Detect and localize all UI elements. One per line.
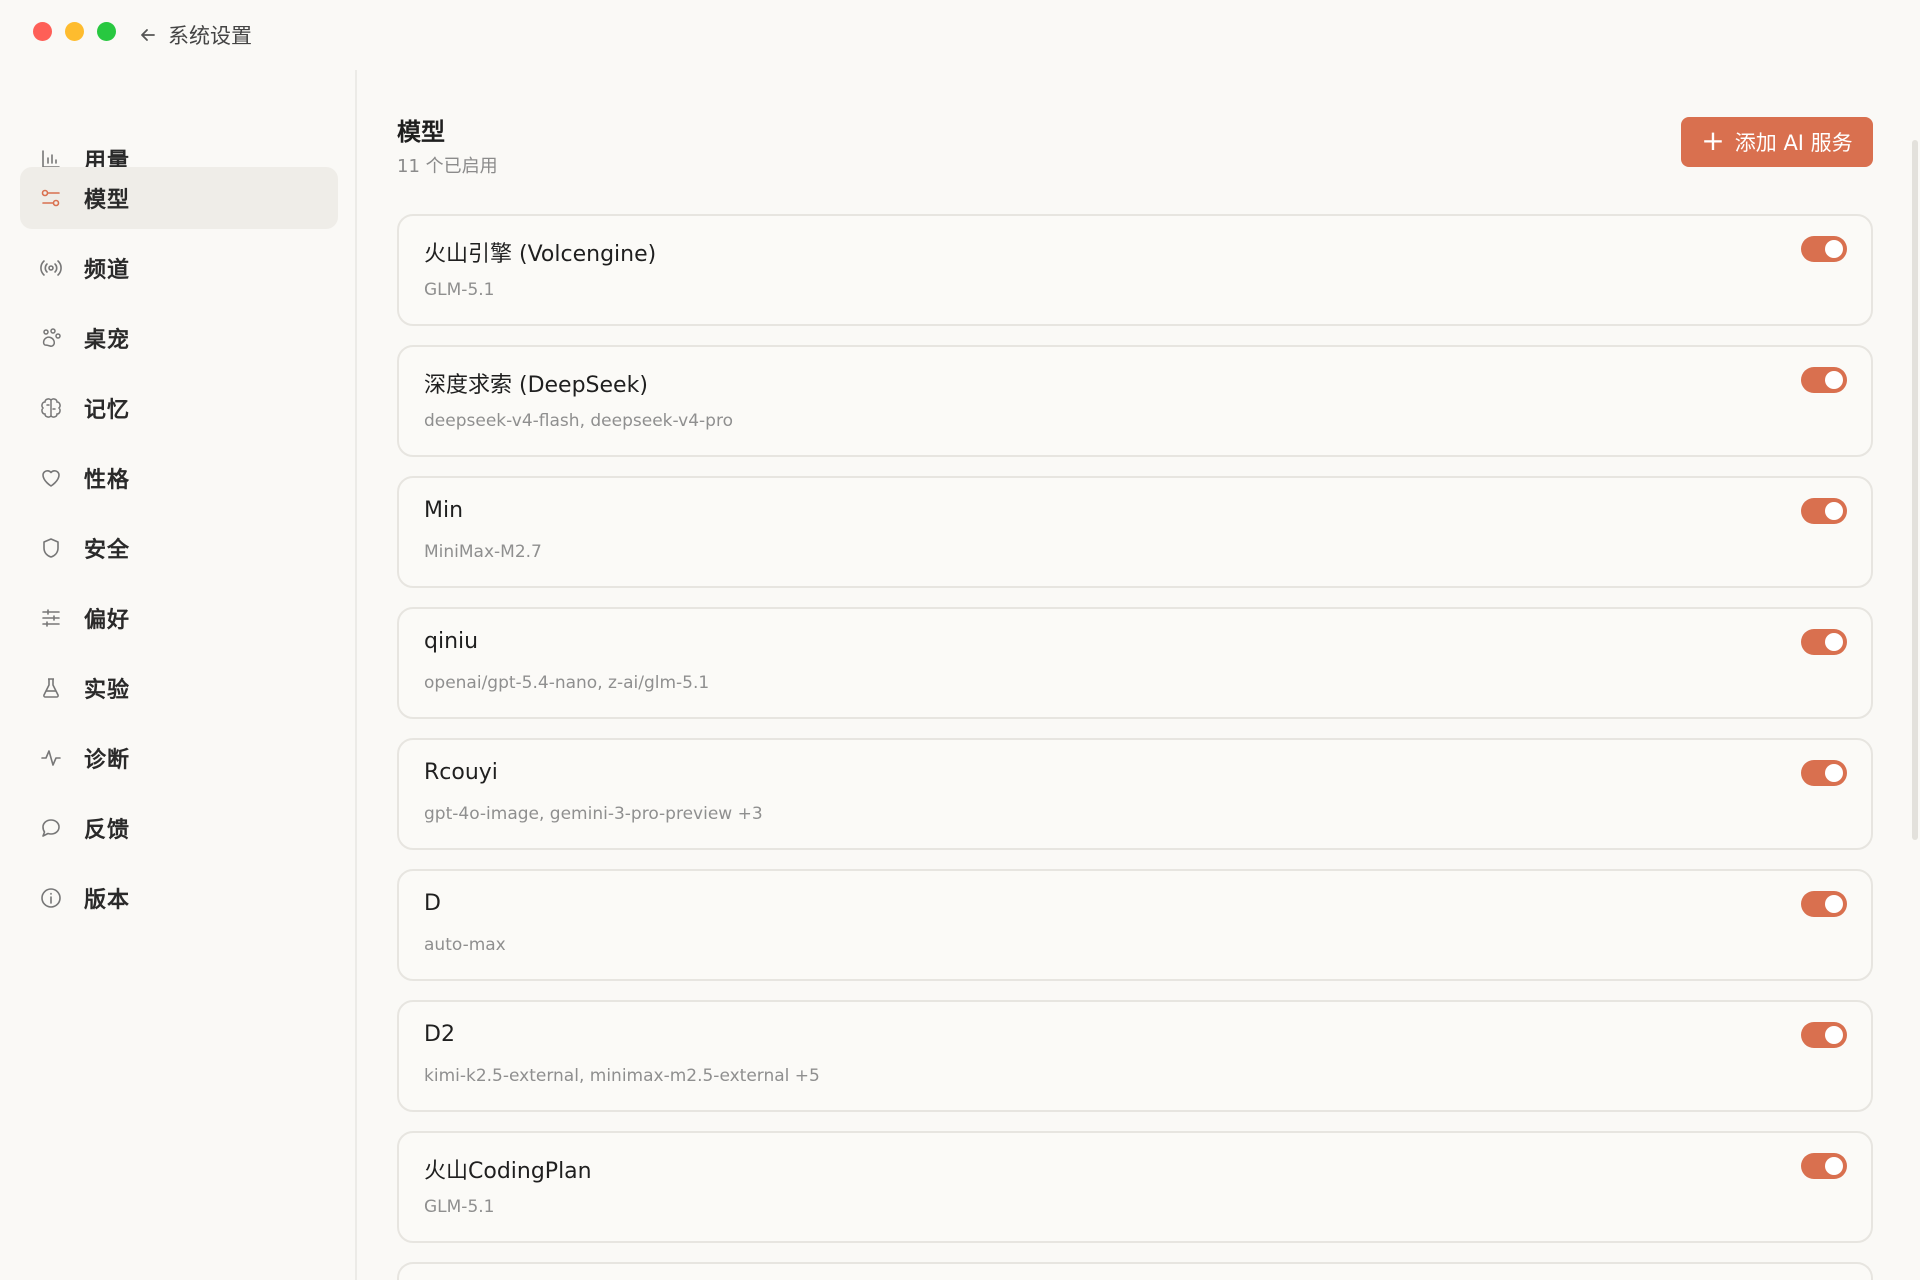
back-button[interactable]: 系统设置	[138, 20, 252, 50]
toggle-knob	[1825, 502, 1843, 520]
toggle-knob	[1825, 240, 1843, 258]
sidebar-item-label: 频道	[84, 258, 131, 283]
sidebar-item-channels[interactable]: 频道	[20, 237, 338, 299]
provider-models: GLM-5.1	[424, 280, 495, 300]
sidebar-item-label: 版本	[84, 888, 131, 913]
minimize-window-button[interactable]	[65, 22, 84, 41]
sidebar-item-version[interactable]: 版本	[20, 867, 338, 929]
provider-enabled-toggle[interactable]	[1801, 236, 1847, 262]
title-bar: 系统设置	[0, 0, 1920, 70]
heart-icon	[38, 465, 64, 491]
flask-icon	[38, 675, 64, 701]
provider-card[interactable]: 火山CodingPlan GLM-5.1	[397, 1131, 1873, 1243]
provider-enabled-toggle[interactable]	[1801, 891, 1847, 917]
add-ai-service-label: 添加 AI 服务	[1734, 131, 1853, 155]
sidebar-item-models[interactable]: 模型	[20, 167, 338, 229]
provider-models: gpt-4o-image, gemini-3-pro-preview +3	[424, 804, 763, 824]
provider-name: D2	[424, 1022, 455, 1047]
brain-icon	[38, 395, 64, 421]
toggle-knob	[1825, 764, 1843, 782]
paw-icon	[38, 325, 64, 351]
sidebar-item-diagnostics[interactable]: 诊断	[20, 727, 338, 789]
plus-icon: +	[1701, 123, 1725, 157]
toggle-knob	[1825, 371, 1843, 389]
provider-enabled-toggle[interactable]	[1801, 1022, 1847, 1048]
provider-models: GLM-5.1	[424, 1197, 495, 1217]
sidebar-item-label: 桌宠	[84, 328, 131, 353]
provider-name: 火山引擎 (Volcengine)	[424, 242, 657, 267]
close-window-button[interactable]	[33, 22, 52, 41]
provider-enabled-toggle[interactable]	[1801, 498, 1847, 524]
sidebar-item-preferences[interactable]: 偏好	[20, 587, 338, 649]
sidebar-item-label: 反馈	[84, 818, 131, 843]
provider-models: openai/gpt-5.4-nano, z-ai/glm-5.1	[424, 673, 710, 693]
provider-enabled-toggle[interactable]	[1801, 760, 1847, 786]
provider-models: auto-max	[424, 935, 506, 955]
sidebar-item-label: 安全	[84, 538, 131, 563]
provider-card[interactable]: D2 kimi-k2.5-external, minimax-m2.5-exte…	[397, 1000, 1873, 1112]
arrow-left-icon	[141, 29, 155, 41]
sidebar-item-label: 性格	[84, 468, 131, 493]
toggle-knob	[1825, 895, 1843, 913]
sidebar-item-memory[interactable]: 记忆	[20, 377, 338, 439]
provider-name: Rcouyi	[424, 760, 498, 785]
add-ai-service-button[interactable]: + 添加 AI 服务	[1681, 117, 1873, 167]
provider-enabled-toggle[interactable]	[1801, 629, 1847, 655]
broadcast-icon	[38, 255, 64, 281]
sidebar-item-pet[interactable]: 桌宠	[20, 307, 338, 369]
provider-name: Min	[424, 498, 464, 523]
tune-icon	[38, 605, 64, 631]
provider-name: qiniu	[424, 629, 479, 654]
sliders-link-icon	[38, 185, 64, 211]
provider-card[interactable]: Rcouyi gpt-4o-image, gemini-3-pro-previe…	[397, 738, 1873, 850]
sidebar-item-label: 模型	[84, 188, 131, 213]
sidebar-item-label: 诊断	[84, 748, 131, 773]
provider-models: MiniMax-M2.7	[424, 542, 542, 562]
info-icon	[38, 885, 64, 911]
provider-name: 火山CodingPlan	[424, 1159, 592, 1184]
provider-card[interactable]: qiniu openai/gpt-5.4-nano, z-ai/glm-5.1	[397, 607, 1873, 719]
provider-enabled-toggle[interactable]	[1801, 367, 1847, 393]
sidebar-item-feedback[interactable]: 反馈	[20, 797, 338, 859]
provider-card[interactable]: D auto-max	[397, 869, 1873, 981]
maximize-window-button[interactable]	[97, 22, 116, 41]
main-panel: 模型 11 个已启用 + 添加 AI 服务 火山引擎 (Volcengine) …	[359, 70, 1920, 1280]
toggle-knob	[1825, 633, 1843, 651]
toggle-knob	[1825, 1157, 1843, 1175]
toggle-knob	[1825, 1026, 1843, 1044]
pulse-icon	[38, 745, 64, 771]
sidebar-item-label: 记忆	[84, 398, 131, 423]
provider-name: 深度求索 (DeepSeek)	[424, 373, 648, 398]
provider-card[interactable]: 火山引擎 (Volcengine) GLM-5.1	[397, 214, 1873, 326]
provider-models: kimi-k2.5-external, minimax-m2.5-externa…	[424, 1066, 820, 1086]
shield-icon	[38, 535, 64, 561]
sidebar-item-label: 偏好	[84, 608, 131, 633]
sidebar: 用量 模型 频道 桌宠 记忆 性格 安全 偏好 实验 诊断 反馈 版本	[0, 70, 357, 1280]
sidebar-item-personality[interactable]: 性格	[20, 447, 338, 509]
sidebar-item-experiments[interactable]: 实验	[20, 657, 338, 719]
provider-card[interactable]: Min MiniMax-M2.7	[397, 476, 1873, 588]
provider-name: D	[424, 891, 441, 916]
enabled-count: 11 个已启用	[397, 156, 498, 177]
provider-card[interactable]: 深度求索 (DeepSeek) deepseek-v4-flash, deeps…	[397, 345, 1873, 457]
back-label: 系统设置	[168, 24, 252, 48]
page-title: 模型	[397, 118, 445, 146]
provider-card-partial[interactable]	[397, 1262, 1873, 1280]
provider-enabled-toggle[interactable]	[1801, 1153, 1847, 1179]
scrollbar[interactable]	[1912, 140, 1918, 840]
sidebar-item-security[interactable]: 安全	[20, 517, 338, 579]
sidebar-item-label: 实验	[84, 678, 131, 703]
chat-bubble-icon	[38, 815, 64, 841]
provider-models: deepseek-v4-flash, deepseek-v4-pro	[424, 411, 733, 431]
settings-window: 系统设置 用量 模型 频道 桌宠 记忆 性格 安全 偏好 实验 诊断 反馈 版本…	[0, 0, 1920, 1280]
